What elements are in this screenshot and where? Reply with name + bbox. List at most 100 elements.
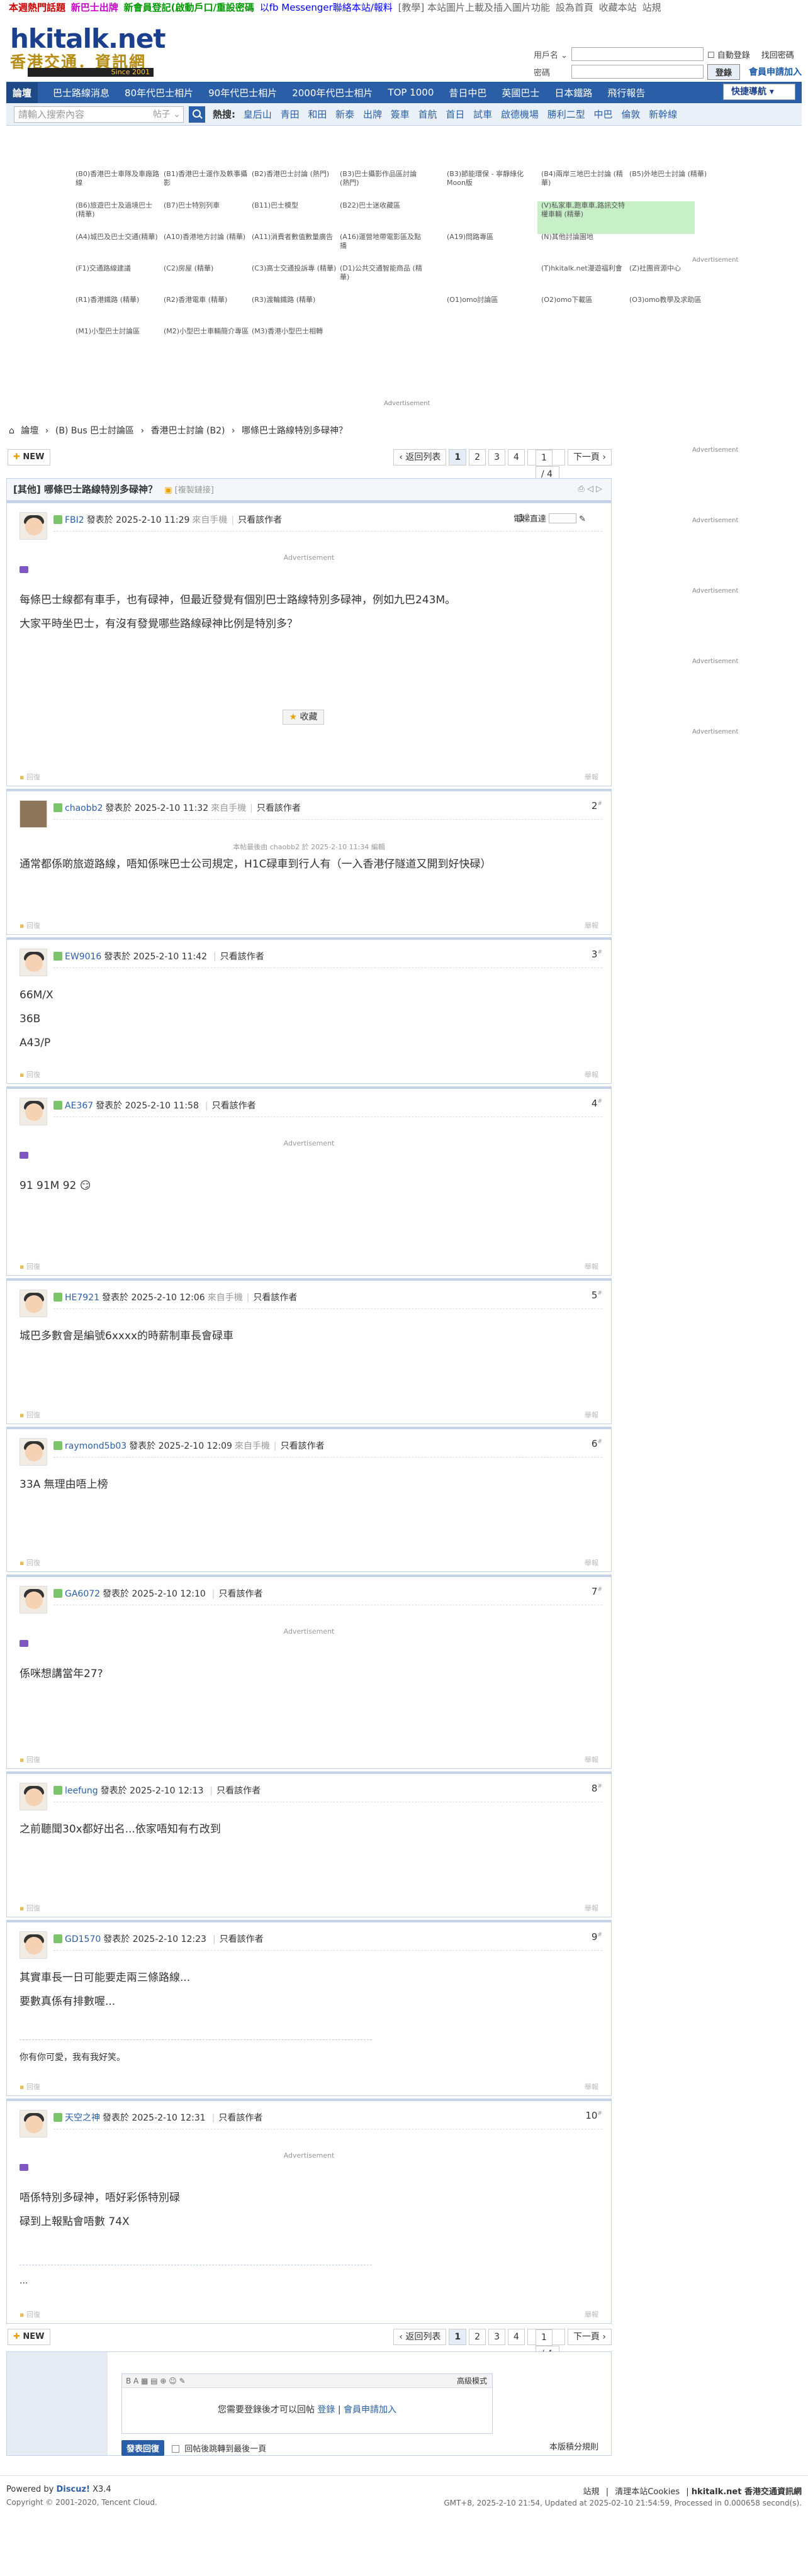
page-jump-input[interactable]: 1 / 4 頁 xyxy=(527,449,565,494)
post-author[interactable]: raymond5b03 xyxy=(65,1441,126,1451)
credit-rules-link[interactable]: 本版積分規則 xyxy=(549,2440,598,2452)
author-only-link[interactable]: 只看該作者 xyxy=(220,1934,264,1944)
forum-link[interactable]: (A10)香港地方討論 (精華) xyxy=(164,233,252,242)
page-4[interactable]: 4 xyxy=(508,449,525,466)
forum-link[interactable]: (B6)旅遊巴士及過境巴士 (精華) xyxy=(76,201,164,219)
forum-link[interactable]: (R3)渡輪鐵路 (精華) xyxy=(252,296,340,304)
post-author[interactable]: HE7921 xyxy=(65,1293,99,1303)
forum-link[interactable]: (F1)交通路線建議 xyxy=(76,264,164,273)
forum-link[interactable]: (B5)外地巴士討論 (精華) xyxy=(629,170,717,179)
register-link[interactable]: 會員申請加入 xyxy=(749,65,802,78)
post-author[interactable]: FBI2 xyxy=(65,515,84,525)
forum-link[interactable]: (C3)高士交通投訴專 (精華) xyxy=(252,264,340,273)
breadcrumb-item[interactable]: 論壇 xyxy=(21,426,38,436)
new-thread-button[interactable]: NEW xyxy=(8,2329,50,2345)
avatar[interactable] xyxy=(20,1931,47,1959)
author-only-link[interactable]: 只看該作者 xyxy=(253,1293,297,1303)
post-number[interactable]: 8# xyxy=(592,1783,602,1794)
author-only-link[interactable]: 只看該作者 xyxy=(218,1589,262,1599)
forum-link[interactable]: (V)私家車,跑車車,路訊交特權車輛 (精華) xyxy=(541,201,629,219)
auto-login-checkbox[interactable]: ☐ 自動登錄 xyxy=(707,48,750,60)
nav-item-80s[interactable]: 80年代巴士相片 xyxy=(125,86,193,99)
author-only-link[interactable]: 只看該作者 xyxy=(220,952,264,962)
breadcrumb-item[interactable]: (B) Bus 巴士討論區 xyxy=(55,426,134,436)
hot-search-item[interactable]: 中巴 xyxy=(594,109,613,120)
hot-search-item[interactable]: 新幹線 xyxy=(649,109,677,120)
post-number[interactable]: 5# xyxy=(592,1290,602,1301)
post-number[interactable]: 4# xyxy=(592,1098,602,1109)
forum-link[interactable]: (A16)運營地帶電影區及點播 xyxy=(340,233,428,250)
reply-link[interactable]: 回復 xyxy=(20,1754,40,1765)
report-link[interactable]: 舉報 xyxy=(585,772,598,782)
hot-search-item[interactable]: 簽車 xyxy=(391,109,410,120)
post-author[interactable]: chaobb2 xyxy=(65,803,103,813)
forum-link[interactable]: (B1)香港巴士運作及軼事攝影 xyxy=(164,170,252,187)
post-number[interactable]: 1# xyxy=(519,512,529,523)
hot-search-item[interactable]: 首日 xyxy=(446,109,464,120)
forum-link[interactable]: (T)hkitalk.net漫遊福利會 xyxy=(541,264,629,273)
nav-item-uk-bus[interactable]: 英國巴士 xyxy=(502,86,539,99)
report-link[interactable]: 舉報 xyxy=(585,1069,598,1079)
post-number[interactable]: 9# xyxy=(592,1931,602,1943)
forum-link[interactable]: (O2)omo下載區 xyxy=(541,296,629,304)
nav-item-route-news[interactable]: 巴士路線消息 xyxy=(53,86,109,99)
username-type-select[interactable]: 用戶名 ⌄ xyxy=(534,48,571,60)
footer-site-link[interactable]: hkitalk.net 香港交通資訊網 xyxy=(692,2487,802,2497)
report-link[interactable]: 舉報 xyxy=(585,1903,598,1913)
forum-link[interactable]: (O3)omo教學及求助區 xyxy=(629,296,717,304)
breadcrumb-item[interactable]: 香港巴士討論 (B2) xyxy=(151,426,225,436)
post-author[interactable]: GD1570 xyxy=(65,1934,101,1944)
post-number[interactable]: 2# xyxy=(592,800,602,811)
report-link[interactable]: 舉報 xyxy=(585,1261,598,1271)
reply-register-link[interactable]: 會員申請加入 xyxy=(344,2405,396,2415)
page-2[interactable]: 2 xyxy=(469,449,486,466)
post-author[interactable]: EW9016 xyxy=(65,952,101,962)
footer-link-cookies[interactable]: 清理本站Cookies xyxy=(615,2487,680,2497)
nav-item-top1000[interactable]: TOP 1000 xyxy=(388,87,434,98)
hot-search-item[interactable]: 倫敦 xyxy=(621,109,640,120)
page-2[interactable]: 2 xyxy=(469,2329,486,2345)
nav-item-90s[interactable]: 90年代巴士相片 xyxy=(208,86,277,99)
forum-link[interactable]: (B7)巴士特別列車 xyxy=(164,201,252,210)
font-size-input[interactable] xyxy=(548,513,576,523)
post-author[interactable]: leefung xyxy=(65,1786,98,1796)
post-number[interactable]: 6# xyxy=(592,1438,602,1449)
submit-reply-button[interactable]: 發表回復 xyxy=(121,2440,165,2456)
advanced-mode-link[interactable]: 高級模式 xyxy=(457,2374,487,2388)
new-thread-button[interactable]: NEW xyxy=(8,449,50,466)
jump-last-page-checkbox[interactable] xyxy=(172,2445,180,2453)
forum-link[interactable]: (D1)公共交通智能商品 (精華) xyxy=(340,264,428,282)
avatar[interactable] xyxy=(20,1783,47,1810)
forum-link[interactable]: (A11)消費者數值數量廣告 xyxy=(252,233,340,242)
hot-search-item[interactable]: 新泰 xyxy=(335,109,354,120)
forum-link[interactable]: (Z)社團資源中心 xyxy=(629,264,717,273)
post-author[interactable]: 天空之神 xyxy=(65,2113,100,2123)
quick-nav-button[interactable]: 快捷導航 ▾ xyxy=(723,84,795,100)
reply-link[interactable]: 回復 xyxy=(20,1069,40,1079)
nav-item-japan-rail[interactable]: 日本鐵路 xyxy=(554,86,592,99)
nav-item-old-cmb[interactable]: 昔日中巴 xyxy=(449,86,486,99)
avatar[interactable] xyxy=(20,1290,47,1317)
avatar[interactable] xyxy=(20,2110,47,2138)
home-icon[interactable]: ⌂ xyxy=(9,426,14,436)
next-page-button[interactable]: 下一頁 › xyxy=(567,449,612,466)
forum-link[interactable]: (M3)香港小型巴士相轉 xyxy=(252,327,340,336)
avatar[interactable] xyxy=(20,1438,47,1466)
thread-category[interactable]: [其他] xyxy=(13,484,41,495)
reply-link[interactable]: 回復 xyxy=(20,1558,40,1568)
page-4[interactable]: 4 xyxy=(508,2329,525,2345)
page-1[interactable]: 1 xyxy=(449,449,467,466)
page-3[interactable]: 3 xyxy=(488,2329,506,2345)
top-link-rules[interactable]: 站規 xyxy=(642,2,661,13)
avatar[interactable] xyxy=(20,949,47,976)
hot-search-item[interactable]: 出牌 xyxy=(363,109,382,120)
post-author[interactable]: GA6072 xyxy=(65,1589,100,1599)
nav-item-2000s[interactable]: 2000年代巴士相片 xyxy=(292,86,373,99)
nav-item-forum[interactable]: 論壇 xyxy=(6,82,38,103)
next-thread-icon[interactable]: ▷ xyxy=(596,484,602,494)
nav-item-flight-report[interactable]: 飛行報告 xyxy=(607,86,645,99)
hot-search-item[interactable]: 和田 xyxy=(308,109,327,120)
forgot-password-link[interactable]: 找回密碼 xyxy=(761,48,794,60)
back-to-list-button[interactable]: ‹ 返回列表 xyxy=(393,449,447,466)
discuz-link[interactable]: Discuz! xyxy=(57,2485,90,2494)
